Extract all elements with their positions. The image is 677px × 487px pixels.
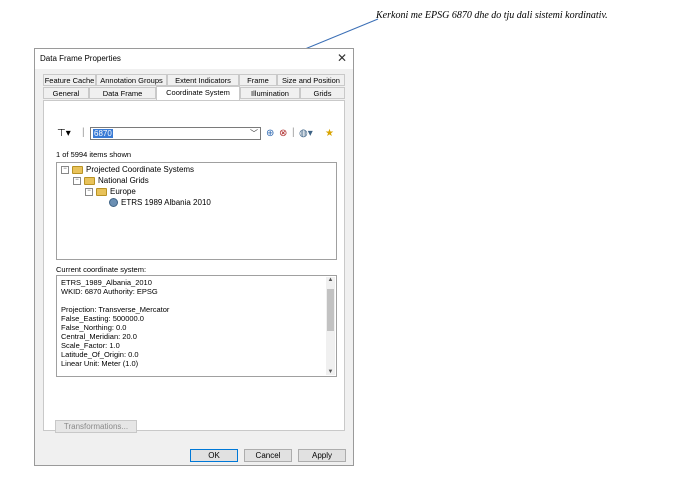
cs-line: Projection: Transverse_Mercator (61, 305, 170, 314)
folder-open-icon (84, 176, 95, 185)
search-icon[interactable]: ⊕ (266, 128, 274, 140)
tree-node-label: Europe (110, 187, 136, 196)
chevron-down-icon[interactable]: ﹀ (250, 128, 258, 139)
tab-general[interactable]: General (43, 87, 89, 99)
cs-line: ETRS_1989_Albania_2010 (61, 278, 152, 287)
tree-node-europe[interactable]: − Europe (85, 187, 136, 197)
transformations-button[interactable]: Transformations... (55, 420, 137, 433)
scroll-up-icon[interactable]: ▲ (326, 277, 335, 283)
current-coordinate-system-text[interactable]: ETRS_1989_Albania_2010 WKID: 6870 Author… (56, 275, 337, 377)
tab-extent-indicators[interactable]: Extent Indicators (167, 74, 239, 86)
globe-icon (109, 198, 118, 208)
dialog-title: Data Frame Properties (40, 54, 121, 63)
dialog-titlebar: Data Frame Properties ✕ (35, 49, 353, 69)
cs-line: Central_Meridian: 20.0 (61, 332, 137, 341)
cs-line: False_Northing: 0.0 (61, 323, 127, 332)
tree-node-national-grids[interactable]: − National Grids (73, 176, 149, 186)
close-icon[interactable]: ✕ (337, 51, 347, 65)
search-input[interactable]: 6870 ﹀ (90, 127, 261, 140)
annotation-text: Kerkoni me EPSG 6870 dhe do tju dali sis… (376, 10, 608, 21)
toolbar-separator: | (82, 127, 85, 138)
coordinate-system-tree: − Projected Coordinate Systems − National … (56, 162, 337, 260)
cs-line: Linear Unit: Meter (1.0) (61, 359, 139, 368)
star-icon[interactable]: ★ (325, 128, 334, 140)
toolbar-separator-2: | (292, 127, 295, 138)
results-count: 1 of 5994 items shown (56, 150, 132, 159)
tab-coordinate-system[interactable]: Coordinate System (156, 86, 240, 100)
search-value: 6870 (93, 129, 113, 138)
tab-illumination[interactable]: Illumination (240, 87, 300, 99)
tab-grids[interactable]: Grids (300, 87, 345, 99)
tree-node-label: Projected Coordinate Systems (86, 165, 195, 174)
globe-add-icon[interactable]: ◍▾ (299, 128, 313, 140)
tree-node-label: National Grids (98, 176, 149, 185)
tree-node-projected[interactable]: − Projected Coordinate Systems (61, 165, 194, 175)
current-coordinate-system-label: Current coordinate system: (56, 265, 147, 274)
collapse-icon[interactable]: − (85, 187, 93, 196)
tab-size-and-position[interactable]: Size and Position (277, 74, 345, 86)
cs-line: False_Easting: 500000.0 (61, 314, 144, 323)
filter-icon[interactable]: ⊤▾ (57, 128, 71, 140)
scrollbar-thumb[interactable] (327, 289, 334, 331)
collapse-icon[interactable]: − (73, 176, 81, 185)
cs-line: Latitude_Of_Origin: 0.0 (61, 350, 139, 359)
collapse-icon[interactable]: − (61, 165, 69, 174)
data-frame-properties-dialog: Data Frame Properties ✕ Feature Cache An… (34, 48, 354, 466)
ok-button[interactable]: OK (190, 449, 238, 462)
cs-line: Scale_Factor: 1.0 (61, 341, 120, 350)
vertical-scrollbar[interactable]: ▲ ▼ (326, 277, 335, 375)
tab-annotation-groups[interactable]: Annotation Groups (96, 74, 167, 86)
folder-open-icon (96, 187, 107, 196)
folder-open-icon (72, 165, 83, 174)
cancel-button[interactable]: Cancel (244, 449, 292, 462)
cs-line: WKID: 6870 Authority: EPSG (61, 287, 158, 296)
tree-node-label: ETRS 1989 Albania 2010 (121, 198, 211, 207)
apply-button[interactable]: Apply (298, 449, 346, 462)
clear-search-icon[interactable]: ⊗ (279, 128, 287, 140)
tree-node-etrs-albania[interactable]: ETRS 1989 Albania 2010 (109, 198, 211, 208)
scroll-down-icon[interactable]: ▼ (326, 369, 335, 375)
tab-feature-cache[interactable]: Feature Cache (43, 74, 96, 86)
tab-frame[interactable]: Frame (239, 74, 277, 86)
tab-data-frame[interactable]: Data Frame (89, 87, 156, 99)
